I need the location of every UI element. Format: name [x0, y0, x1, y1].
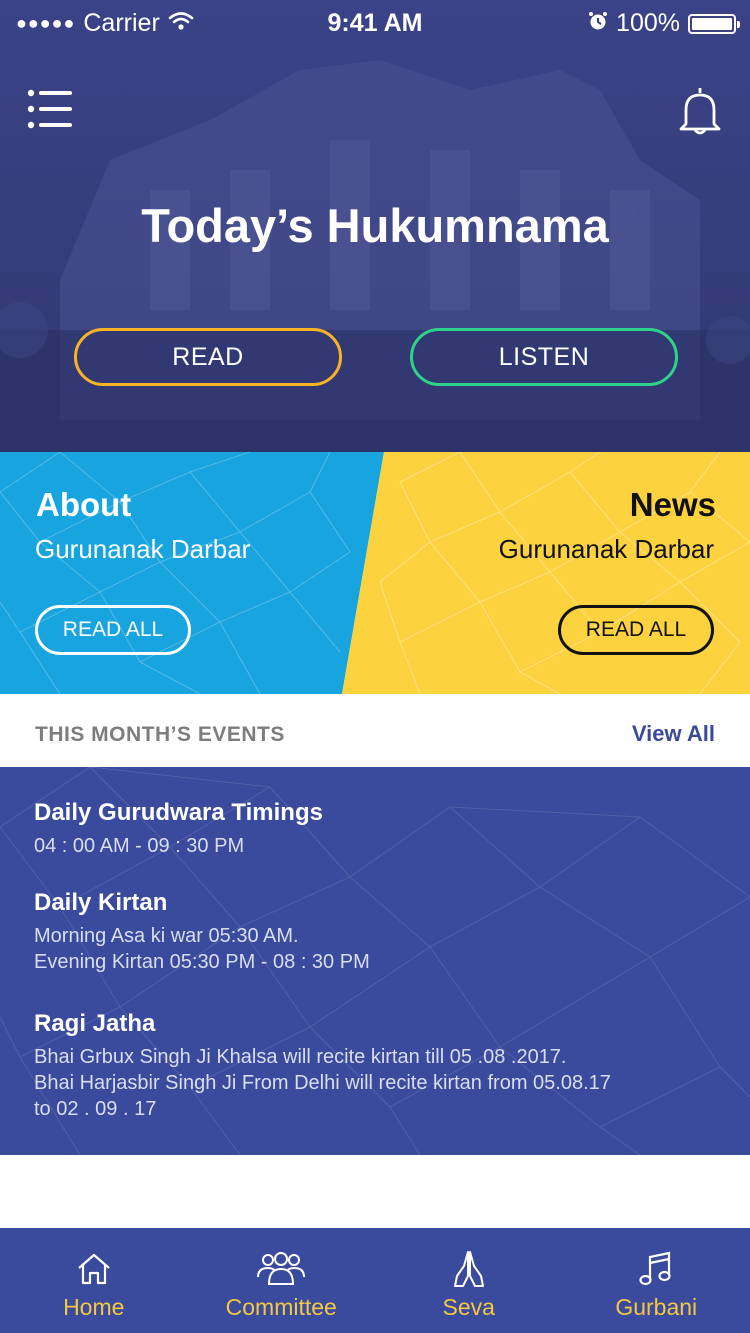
event-detail: 04 : 00 AM - 09 : 30 PM — [34, 835, 245, 857]
tab-gurbani[interactable]: Gurbani — [563, 1228, 750, 1333]
praying-hands-icon — [453, 1251, 484, 1287]
tab-label: Home — [63, 1294, 125, 1320]
battery-icon — [688, 13, 740, 34]
event-detail: Bhai Grbux Singh Ji Khalsa will recite k… — [34, 1046, 567, 1068]
news-title: News — [629, 486, 716, 523]
event-detail: Evening Kirtan 05:30 PM - 08 : 30 PM — [34, 951, 370, 973]
alarm-icon — [588, 9, 608, 38]
event-detail: Morning Asa ki war 05:30 AM. — [34, 925, 299, 947]
tab-label: Gurbani — [615, 1294, 698, 1320]
tab-committee[interactable]: Committee — [188, 1228, 376, 1333]
battery-level — [692, 17, 732, 30]
listen-button[interactable]: LISTEN — [410, 328, 678, 386]
news-read-all-button[interactable]: READ ALL — [558, 605, 714, 655]
read-button[interactable]: READ — [74, 328, 342, 386]
events-header: THIS MONTH’S EVENTS View All — [0, 694, 750, 767]
music-note-icon — [639, 1251, 671, 1286]
bell-icon — [679, 88, 721, 135]
view-all-link[interactable]: View All — [632, 721, 715, 747]
hukumnama-title: Today’s Hukumnama — [141, 199, 609, 252]
about-title: About — [36, 486, 132, 523]
event-item[interactable]: Ragi Jatha Bhai Grbux Singh Ji Khalsa wi… — [34, 1010, 714, 1122]
tab-label: Committee — [225, 1294, 337, 1320]
event-detail: Bhai Harjasbir Singh Ji From Delhi will … — [34, 1072, 611, 1094]
event-title: Daily Gurudwara Timings — [34, 799, 323, 826]
status-bar: ●●●●● Carrier 9:41 AM 100% — [0, 0, 750, 48]
tab-home[interactable]: Home — [0, 1228, 188, 1333]
event-item[interactable]: Daily Kirtan Morning Asa ki war 05:30 AM… — [34, 889, 370, 975]
group-icon — [257, 1252, 306, 1285]
about-read-all-button[interactable]: READ ALL — [35, 605, 191, 655]
notifications-button[interactable] — [674, 84, 726, 136]
battery-percent: 100% — [616, 9, 680, 37]
event-detail: to 02 . 09 . 17 — [34, 1098, 157, 1120]
tab-seva[interactable]: Seva — [375, 1228, 563, 1333]
about-news-panel: About Gurunanak Darbar READ ALL News Gur… — [0, 452, 750, 694]
events-list: Daily Gurudwara Timings 04 : 00 AM - 09 … — [0, 767, 750, 1155]
bottom-tab-bar: Home Committee Seva Gurbani — [0, 1228, 750, 1333]
event-title: Daily Kirtan — [34, 889, 168, 916]
home-icon — [78, 1253, 110, 1285]
hero-banner: ●●●●● Carrier 9:41 AM 100% Today’s Hukum… — [0, 0, 750, 452]
tab-label: Seva — [442, 1294, 495, 1320]
menu-icon — [27, 89, 72, 129]
about-subtitle: Gurunanak Darbar — [35, 534, 251, 564]
events-heading: THIS MONTH’S EVENTS — [35, 723, 285, 746]
event-title: Ragi Jatha — [34, 1010, 156, 1037]
news-subtitle: Gurunanak Darbar — [498, 534, 714, 564]
menu-button[interactable] — [26, 88, 74, 130]
event-item[interactable]: Daily Gurudwara Timings 04 : 00 AM - 09 … — [34, 799, 323, 859]
